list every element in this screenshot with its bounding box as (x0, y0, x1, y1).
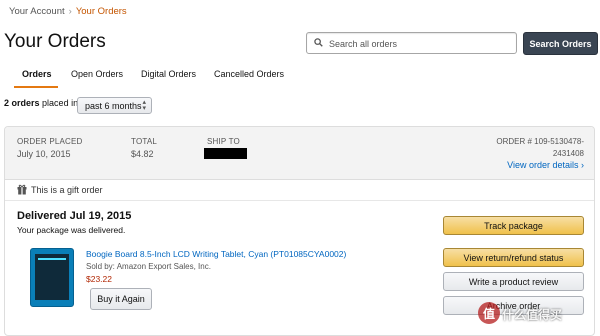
search-icon (314, 38, 323, 47)
product-price: $23.22 (86, 274, 112, 284)
track-package-button[interactable]: Track package (443, 216, 584, 235)
ship-to-label: SHIP TO (207, 137, 240, 146)
order-number-value: 2431408 (552, 149, 584, 158)
gift-order-text: This is a gift order (31, 185, 103, 195)
select-arrows-icon: ▴ ▾ (142, 99, 146, 112)
order-number-label: ORDER # 109-5130478- (496, 137, 584, 146)
gift-order-row: This is a gift order (5, 180, 594, 201)
breadcrumb-your-orders[interactable]: Your Orders (76, 6, 127, 17)
total-value: $4.82 (131, 149, 154, 159)
gift-icon (17, 184, 27, 195)
watermark-badge: 值 (478, 302, 500, 324)
search-orders-button[interactable]: Search Orders (523, 32, 598, 55)
order-count-text: 2 orders placed in (4, 98, 78, 108)
breadcrumb-separator: › (68, 6, 72, 17)
tab-cancelled-orders[interactable]: Cancelled Orders (214, 69, 284, 79)
delivery-status-title: Delivered Jul 19, 2015 (17, 210, 132, 222)
view-order-details-link[interactable]: View order details › (507, 160, 584, 170)
order-header: ORDER PLACED July 10, 2015 TOTAL $4.82 S… (5, 127, 594, 180)
tab-digital-orders[interactable]: Digital Orders (141, 69, 196, 79)
time-period-value: past 6 months (85, 100, 142, 111)
page-title: Your Orders (4, 31, 106, 52)
watermark-text: 什么值得买 (502, 308, 563, 322)
buy-it-again-button[interactable]: Buy it Again (90, 288, 152, 310)
order-count: 2 orders (4, 98, 40, 108)
total-label: TOTAL (131, 137, 158, 146)
product-seller: Sold by: Amazon Export Sales, Inc. (86, 262, 211, 271)
view-return-refund-button[interactable]: View return/refund status (443, 248, 584, 267)
search-input[interactable] (327, 35, 511, 52)
product-image[interactable] (30, 248, 74, 307)
write-review-button[interactable]: Write a product review (443, 272, 584, 291)
active-tab-indicator (14, 86, 58, 88)
product-title-link[interactable]: Boogie Board 8.5-Inch LCD Writing Tablet… (86, 249, 346, 259)
breadcrumb-your-account[interactable]: Your Account (9, 6, 65, 17)
search-box[interactable] (306, 32, 517, 54)
delivery-status-subtitle: Your package was delivered. (17, 225, 126, 235)
order-tabs: Orders Open Orders Digital Orders Cancel… (0, 64, 600, 90)
time-period-select[interactable]: past 6 months ▴ ▾ (77, 97, 152, 114)
order-card: ORDER PLACED July 10, 2015 TOTAL $4.82 S… (4, 126, 595, 336)
order-placed-label: ORDER PLACED (17, 137, 83, 146)
tab-open-orders[interactable]: Open Orders (71, 69, 123, 79)
ship-to-redacted (204, 148, 247, 159)
tab-orders[interactable]: Orders (22, 69, 52, 79)
order-placed-value: July 10, 2015 (17, 149, 71, 159)
breadcrumb: Your Account › Your Orders (9, 6, 127, 17)
placed-in-label: placed in (42, 98, 79, 108)
